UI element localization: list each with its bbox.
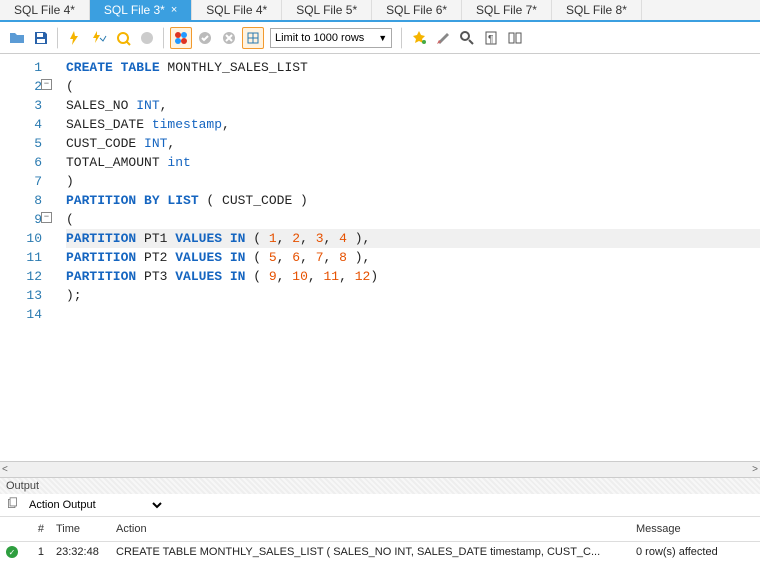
line-number: 10	[0, 229, 42, 248]
tab-4[interactable]: SQL File 6*	[372, 0, 462, 20]
commit-button[interactable]	[194, 27, 216, 49]
scroll-left-icon[interactable]: <	[2, 464, 8, 475]
row-message: 0 row(s) affected	[630, 544, 760, 560]
tab-label: SQL File 4*	[14, 3, 75, 17]
beautify-button[interactable]	[408, 27, 430, 49]
stop-button[interactable]	[136, 27, 158, 49]
tab-5[interactable]: SQL File 7*	[462, 0, 552, 20]
tab-label: SQL File 5*	[296, 3, 357, 17]
code-line[interactable]: (	[66, 210, 760, 229]
tab-label: SQL File 8*	[566, 3, 627, 17]
output-panel-header: Output	[0, 477, 760, 494]
code-line[interactable]: SALES_NO INT,	[66, 96, 760, 115]
row-limit-select[interactable]: Limit to 1000 rows ▼	[270, 28, 392, 48]
file-tabs: SQL File 4* SQL File 3* × SQL File 4* SQL Fi…	[0, 0, 760, 22]
tab-0[interactable]: SQL File 4*	[0, 0, 90, 20]
scroll-right-icon[interactable]: >	[752, 464, 758, 475]
row-limit-label: Limit to 1000 rows	[275, 32, 364, 44]
row-num: 1	[26, 544, 50, 560]
find-button[interactable]	[456, 27, 478, 49]
code-line[interactable]: TOTAL_AMOUNT int	[66, 153, 760, 172]
line-gutter: 12−3456789−1011121314	[0, 54, 48, 461]
explain-button[interactable]	[112, 27, 134, 49]
code-line[interactable]	[66, 305, 760, 324]
toggle-autocommit-button[interactable]	[170, 27, 192, 49]
status-ok-icon: ✓	[6, 546, 18, 558]
toolbar: Limit to 1000 rows ▼ ¶	[0, 22, 760, 54]
separator	[57, 27, 59, 49]
line-number: 1	[0, 58, 42, 77]
output-grid-header: # Time Action Message	[0, 517, 760, 542]
code-line[interactable]: PARTITION BY LIST ( CUST_CODE )	[66, 191, 760, 210]
beautify-clean-button[interactable]	[432, 27, 454, 49]
line-number: 8	[0, 191, 42, 210]
line-number: 11	[0, 248, 42, 267]
line-number: 13	[0, 286, 42, 305]
code-line[interactable]: CREATE TABLE MONTHLY_SALES_LIST	[66, 58, 760, 77]
code-line[interactable]: SALES_DATE timestamp,	[66, 115, 760, 134]
line-number: 5	[0, 134, 42, 153]
svg-text:¶: ¶	[488, 34, 493, 45]
line-number: 7	[0, 172, 42, 191]
line-number: 4	[0, 115, 42, 134]
show-invisible-button[interactable]: ¶	[480, 27, 502, 49]
code-area[interactable]: CREATE TABLE MONTHLY_SALES_LIST(SALES_NO…	[48, 54, 760, 461]
code-line[interactable]: (	[66, 77, 760, 96]
sql-editor[interactable]: 12−3456789−1011121314 CREATE TABLE MONTH…	[0, 54, 760, 461]
toggle-wrap-button[interactable]	[242, 27, 264, 49]
col-time: Time	[50, 521, 110, 537]
line-number: 9−	[0, 210, 42, 229]
line-number: 6	[0, 153, 42, 172]
line-number: 14	[0, 305, 42, 324]
tab-label: SQL File 4*	[206, 3, 267, 17]
col-action: Action	[110, 521, 630, 537]
tab-label: SQL File 7*	[476, 3, 537, 17]
tab-2[interactable]: SQL File 4*	[192, 0, 282, 20]
copy-icon[interactable]	[6, 497, 19, 513]
line-number: 12	[0, 267, 42, 286]
code-line[interactable]: )	[66, 172, 760, 191]
tab-6[interactable]: SQL File 8*	[552, 0, 642, 20]
row-action: CREATE TABLE MONTHLY_SALES_LIST ( SALES_…	[110, 544, 630, 560]
horizontal-scrollbar[interactable]: < >	[0, 461, 760, 477]
separator	[163, 27, 165, 49]
tab-label: SQL File 6*	[386, 3, 447, 17]
output-row[interactable]: ✓ 123:32:48CREATE TABLE MONTHLY_SALES_LIS…	[0, 542, 760, 562]
code-line[interactable]: );	[66, 286, 760, 305]
tab-3[interactable]: SQL File 5*	[282, 0, 372, 20]
code-line[interactable]: PARTITION PT1 VALUES IN ( 1, 2, 3, 4 ),	[66, 229, 760, 248]
save-button[interactable]	[30, 27, 52, 49]
rollback-button[interactable]	[218, 27, 240, 49]
tab-1[interactable]: SQL File 3* ×	[90, 0, 192, 20]
line-number: 2−	[0, 77, 42, 96]
output-type-select[interactable]: Action Output	[25, 498, 165, 512]
code-line[interactable]: PARTITION PT2 VALUES IN ( 5, 6, 7, 8 ),	[66, 248, 760, 267]
separator	[401, 27, 403, 49]
code-line[interactable]: CUST_CODE INT,	[66, 134, 760, 153]
execute-button[interactable]	[64, 27, 86, 49]
code-line[interactable]: PARTITION PT3 VALUES IN ( 9, 10, 11, 12)	[66, 267, 760, 286]
open-file-button[interactable]	[6, 27, 28, 49]
tab-label: SQL File 3*	[104, 3, 165, 17]
line-number: 3	[0, 96, 42, 115]
row-time: 23:32:48	[50, 544, 110, 560]
col-num: #	[26, 521, 50, 537]
output-grid-body: ✓ 123:32:48CREATE TABLE MONTHLY_SALES_LIS…	[0, 542, 760, 562]
dropdown-arrow-icon: ▼	[378, 33, 387, 43]
output-selector-row: Action Output	[0, 494, 760, 517]
close-icon[interactable]: ×	[171, 4, 177, 16]
execute-script-button[interactable]	[88, 27, 110, 49]
col-message: Message	[630, 521, 760, 537]
snippets-button[interactable]	[504, 27, 526, 49]
